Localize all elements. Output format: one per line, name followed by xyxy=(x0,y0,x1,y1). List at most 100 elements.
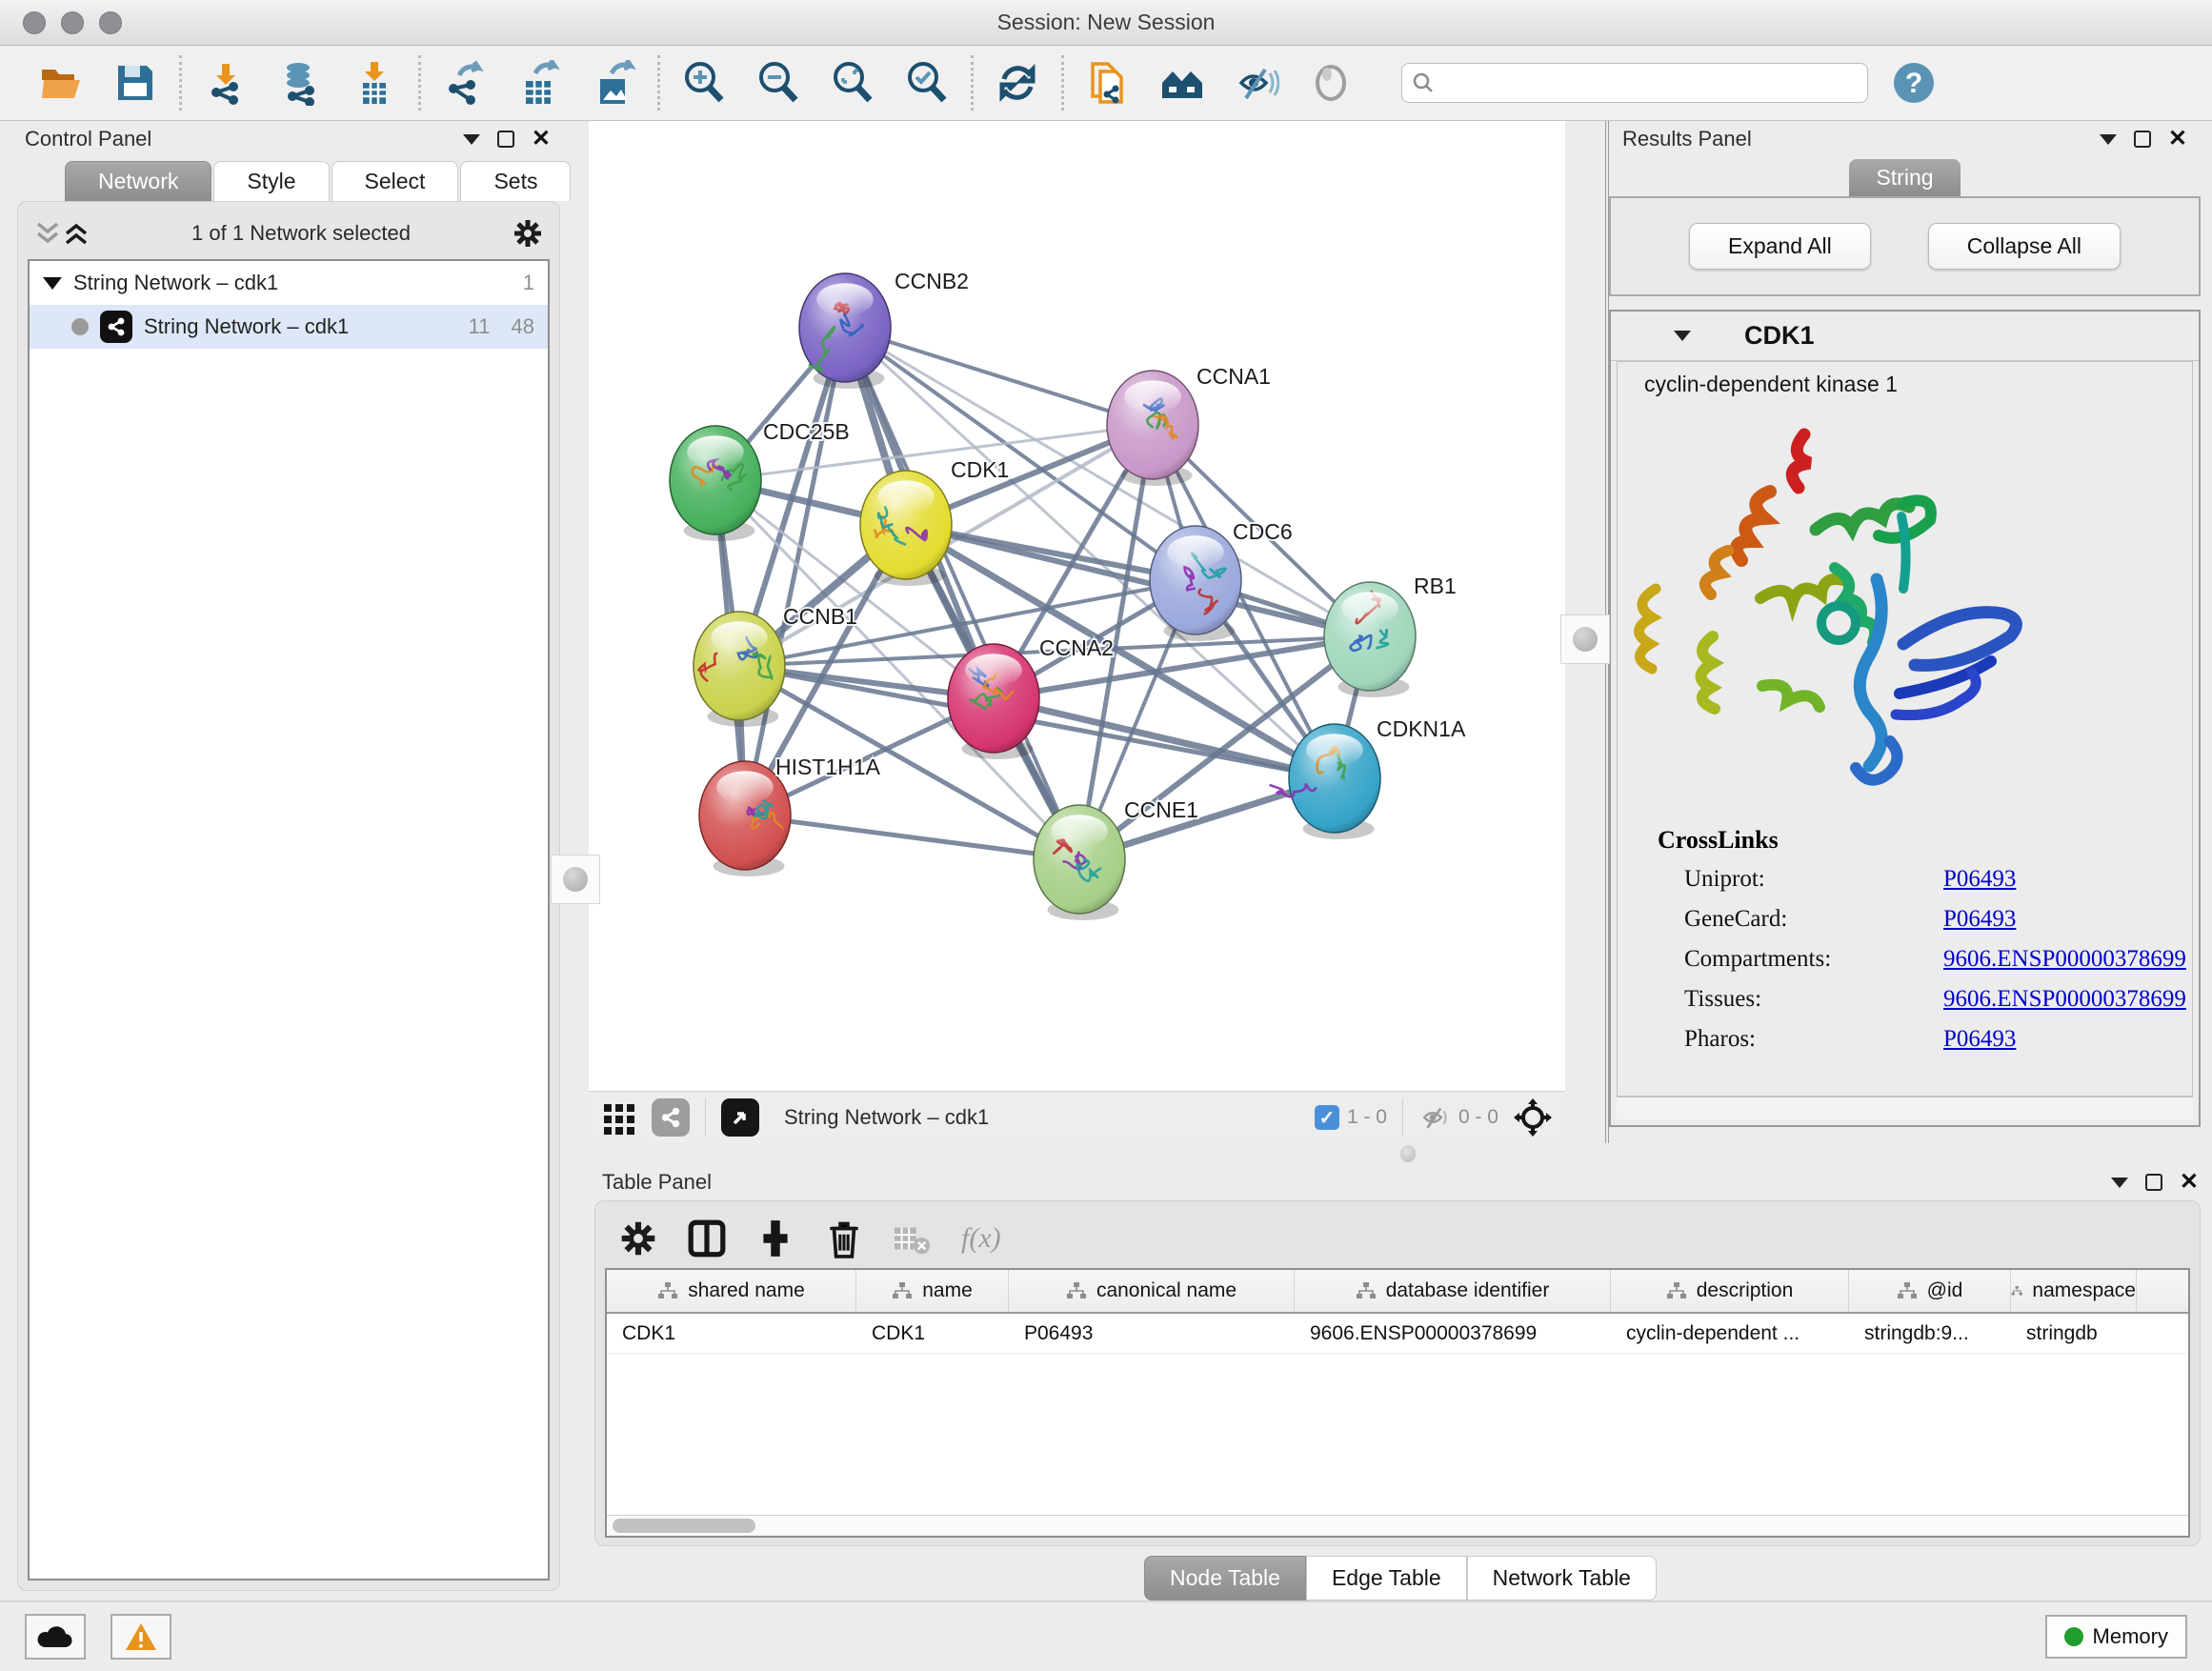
table-splitter-handle[interactable] xyxy=(1400,1145,1416,1162)
zoom-in-button[interactable] xyxy=(679,58,729,108)
panel-float-icon[interactable] xyxy=(497,131,514,148)
table-row[interactable]: CDK1CDK1P064939606.ENSP00000378699cyclin… xyxy=(607,1314,2188,1354)
node-CCNB1[interactable]: CCNB1 xyxy=(694,604,857,727)
add-column-icon[interactable] xyxy=(755,1218,795,1258)
detach-view-icon[interactable] xyxy=(721,1098,759,1137)
export-network-button[interactable] xyxy=(440,58,490,108)
panel-float-icon[interactable] xyxy=(2145,1174,2162,1191)
node-CCNE1[interactable]: CCNE1 xyxy=(1034,797,1198,920)
edge-CCNB2-CCNE1[interactable] xyxy=(845,328,1079,859)
save-session-button[interactable] xyxy=(111,58,160,108)
left-splitter-handle[interactable] xyxy=(551,855,600,904)
export-image-button[interactable] xyxy=(589,58,638,108)
node-CDKN1A[interactable]: CDKN1A xyxy=(1270,716,1466,839)
left-splitter[interactable] xyxy=(564,121,589,1601)
zoom-out-button[interactable] xyxy=(754,58,803,108)
zoom-selected-button[interactable] xyxy=(902,58,952,108)
column-header--id[interactable]: @id xyxy=(1849,1270,2011,1312)
delete-column-icon[interactable] xyxy=(824,1218,864,1258)
network-collection-row[interactable]: String Network – cdk1 1 xyxy=(30,261,548,305)
gene-collapse-icon[interactable] xyxy=(1674,331,1691,341)
help-button[interactable]: ? xyxy=(1889,58,1939,108)
scrollbar-thumb[interactable] xyxy=(613,1519,755,1533)
tab-select[interactable]: Select xyxy=(332,161,459,201)
column-header-namespace[interactable]: namespace xyxy=(2011,1270,2137,1312)
import-table-button[interactable] xyxy=(350,58,399,108)
tab-network[interactable]: Network xyxy=(65,161,211,201)
edge-HIST1H1A-CCNE1[interactable] xyxy=(745,815,1079,859)
tab-edge-table[interactable]: Edge Table xyxy=(1306,1556,1467,1601)
node-CDC25B[interactable]: CDC25B xyxy=(670,419,850,541)
selected-checkbox-icon[interactable]: ✓ xyxy=(1315,1105,1339,1130)
crosslink-link[interactable]: P06493 xyxy=(1943,1026,2016,1053)
panel-menu-icon[interactable] xyxy=(2111,1178,2128,1188)
node-CCNB2[interactable]: CCNB2 xyxy=(799,269,969,389)
column-header-database-identifier[interactable]: database identifier xyxy=(1295,1270,1611,1312)
crosslink-link[interactable]: P06493 xyxy=(1943,866,2016,893)
gene-section-header[interactable]: CDK1 xyxy=(1611,312,2199,361)
column-header-canonical-name[interactable]: canonical name xyxy=(1009,1270,1295,1312)
search-input[interactable] xyxy=(1442,72,1858,94)
tab-network-table[interactable]: Network Table xyxy=(1467,1556,1657,1601)
home-networks-button[interactable] xyxy=(1157,58,1207,108)
export-table-button[interactable] xyxy=(514,58,564,108)
import-network-button[interactable] xyxy=(201,58,251,108)
expand-all-networks-icon[interactable] xyxy=(62,221,90,246)
control-panel: Control Panel ✕ Network Style Select Set… xyxy=(0,121,564,1601)
table-horizontal-scrollbar[interactable] xyxy=(607,1515,2188,1536)
node-CCNA1[interactable]: CCNA1 xyxy=(1107,364,1271,486)
memory-button[interactable]: Memory xyxy=(2045,1615,2187,1659)
column-header-shared-name[interactable]: shared name xyxy=(607,1270,856,1312)
warnings-button[interactable] xyxy=(111,1614,171,1660)
node-CDC6[interactable]: CDC6 xyxy=(1150,519,1293,641)
refresh-view-button[interactable] xyxy=(993,58,1042,108)
collection-expand-icon[interactable] xyxy=(43,277,62,290)
network-row[interactable]: String Network – cdk1 11 48 xyxy=(30,305,548,349)
network-canvas[interactable]: CCNB2CCNA1CDC25BCDK1CDC6RB1CCNB1CCNA2CDK… xyxy=(589,121,1565,1091)
hide-glass-eye-button[interactable] xyxy=(1232,58,1281,108)
expand-all-button[interactable]: Expand All xyxy=(1689,223,1871,270)
results-splitter[interactable] xyxy=(1565,121,1609,1143)
results-splitter-handle[interactable] xyxy=(1560,614,1610,664)
tab-string-results[interactable]: String xyxy=(1849,159,1960,196)
hidden-eye-icon[interactable] xyxy=(1418,1103,1451,1132)
network-share-icon[interactable] xyxy=(652,1098,690,1137)
crosslink-link[interactable]: 9606.ENSP00000378699 xyxy=(1943,986,2186,1013)
node-label-CCNB1: CCNB1 xyxy=(783,604,857,629)
show-columns-icon[interactable] xyxy=(687,1218,727,1258)
open-session-button[interactable] xyxy=(36,58,86,108)
panel-close-icon[interactable]: ✕ xyxy=(2168,128,2187,151)
panel-menu-icon[interactable] xyxy=(2100,134,2117,145)
glass-sphere-button[interactable] xyxy=(1306,58,1356,108)
share-network-file-button[interactable] xyxy=(1083,58,1133,108)
tab-sets[interactable]: Sets xyxy=(460,161,571,201)
table-splitter[interactable] xyxy=(589,1143,2212,1164)
grid-mode-icon[interactable] xyxy=(602,1100,636,1135)
crosslink-label: GeneCard: xyxy=(1658,906,1943,933)
zoom-fit-button[interactable] xyxy=(828,58,877,108)
node-RB1[interactable]: RB1 xyxy=(1324,574,1457,697)
crosslink-link[interactable]: P06493 xyxy=(1943,906,2016,933)
edge-CCNA2-CDKN1A[interactable] xyxy=(994,698,1335,778)
collapse-all-networks-icon[interactable] xyxy=(33,221,62,246)
cloud-status-button[interactable] xyxy=(25,1614,86,1660)
edge-CCNB2-CCNA1[interactable] xyxy=(845,328,1153,425)
panel-menu-icon[interactable] xyxy=(463,134,480,145)
crosslink-row: Tissues:9606.ENSP00000378699 xyxy=(1658,986,2192,1013)
birdseye-navigator-icon[interactable] xyxy=(1514,1098,1552,1137)
tab-node-table[interactable]: Node Table xyxy=(1144,1556,1306,1601)
node-HIST1H1A[interactable]: HIST1H1A xyxy=(699,755,881,876)
column-header-name[interactable]: name xyxy=(856,1270,1009,1312)
node-label-RB1: RB1 xyxy=(1414,574,1457,598)
crosslink-link[interactable]: 9606.ENSP00000378699 xyxy=(1943,946,2186,973)
results-scrollbar[interactable] xyxy=(1617,1097,2193,1119)
table-options-gear-icon[interactable] xyxy=(618,1218,658,1258)
network-options-gear-icon[interactable] xyxy=(512,217,544,250)
column-header-description[interactable]: description xyxy=(1611,1270,1849,1312)
panel-float-icon[interactable] xyxy=(2134,131,2151,148)
collapse-all-button[interactable]: Collapse All xyxy=(1928,223,2121,270)
tab-style[interactable]: Style xyxy=(213,161,329,201)
panel-close-icon[interactable]: ✕ xyxy=(2180,1171,2199,1194)
import-network-from-database-button[interactable] xyxy=(275,58,325,108)
panel-close-icon[interactable]: ✕ xyxy=(532,128,551,151)
